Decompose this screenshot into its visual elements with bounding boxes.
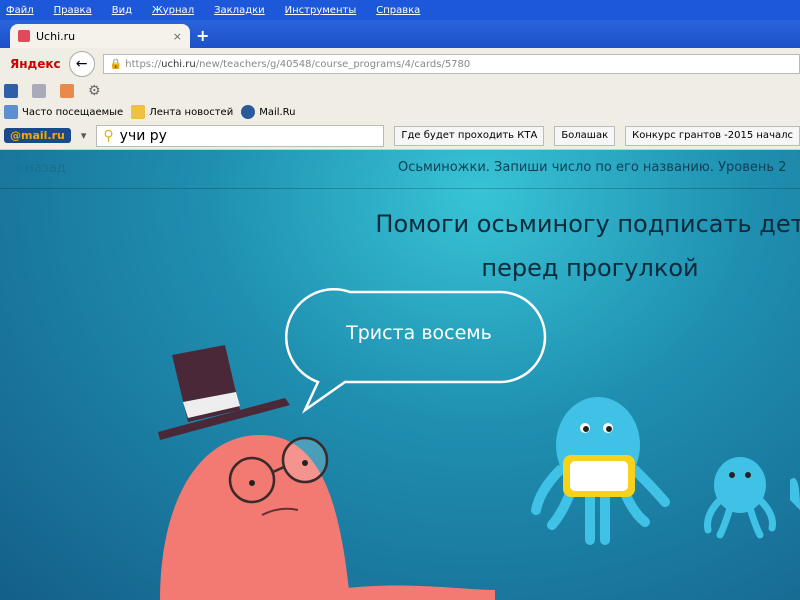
number-words: Триста восемь: [346, 322, 492, 344]
mail-icon[interactable]: [32, 84, 46, 98]
tab-title: Uchi.ru: [36, 29, 76, 43]
favicon-icon: [18, 30, 30, 42]
mailru-icon: [241, 105, 256, 119]
nav-bar: Яндекс ← 🔒 https://uchi.ru/new/teachers/…: [0, 48, 800, 80]
menu-file[interactable]: Файл: [6, 5, 34, 16]
bookmark-mailru[interactable]: Mail.Ru: [241, 105, 296, 119]
blue-octopus: [531, 397, 670, 545]
gear-icon[interactable]: ⚙: [88, 83, 101, 99]
url-host: uchi.ru: [161, 58, 196, 70]
bookmark-news[interactable]: Лента новостей: [131, 105, 233, 119]
mailru-logo[interactable]: @mail.ru: [4, 128, 71, 143]
bookmark-label: Лента новостей: [149, 106, 234, 118]
addon-icon[interactable]: [4, 84, 18, 98]
bookmark-most-visited[interactable]: Часто посещаемые: [4, 105, 123, 119]
notify-icon[interactable]: [60, 84, 74, 98]
url-prefix: https://: [125, 58, 162, 70]
menu-history[interactable]: Журнал: [152, 5, 194, 16]
menu-help[interactable]: Справка: [376, 5, 420, 16]
lock-icon: 🔒: [109, 58, 126, 70]
tab-uchi[interactable]: Uchi.ru ×: [10, 24, 190, 48]
url-path: /new/teachers/g/40548/course_programs/4/…: [195, 58, 471, 70]
tab-bar: Uchi.ru ×: [0, 20, 800, 48]
back-button[interactable]: ←: [68, 51, 95, 77]
small-blue-octopus: [704, 457, 776, 539]
bookmarks-bar: Часто посещаемые Лента новостей Mail.Ru: [0, 102, 800, 122]
dropdown-icon[interactable]: ▾: [81, 129, 87, 142]
addon-toolbar: ⚙: [0, 80, 800, 102]
illustration: [158, 287, 800, 600]
bookmark-label: Часто посещаемые: [22, 106, 124, 118]
search-value: учи ру: [119, 127, 167, 144]
new-tab-button[interactable]: +: [196, 26, 209, 45]
search-key-icon: ⚲: [103, 127, 114, 144]
menu-edit[interactable]: Правка: [54, 5, 92, 16]
quick-link[interactable]: Конкурс грантов -2015 началс: [625, 125, 800, 146]
mailru-toolbar: @mail.ru ▾ ⚲ учи ру Где будет проходить К…: [0, 122, 800, 150]
quick-link[interactable]: Болашак: [554, 125, 616, 146]
speech-bubble: [285, 287, 547, 414]
menu-view[interactable]: Вид: [112, 5, 132, 16]
rss-icon: [131, 105, 146, 119]
close-tab-icon[interactable]: ×: [173, 30, 182, 43]
menu-tools[interactable]: Инструменты: [285, 5, 357, 16]
top-hat-icon: [158, 345, 290, 440]
search-input[interactable]: ⚲ учи ру: [96, 124, 385, 147]
yandex-logo[interactable]: Яндекс: [10, 57, 61, 71]
menu-bar: Файл Правка Вид Журнал Закладки Инструме…: [0, 0, 800, 20]
quick-link[interactable]: Где будет проходить КТА: [394, 125, 545, 146]
bookmark-label: Mail.Ru: [259, 106, 296, 118]
lesson-area: ‹ назад Осьминожки. Запиши число по его …: [0, 150, 800, 600]
folder-icon: [4, 105, 18, 119]
url-bar[interactable]: 🔒 https://uchi.ru/new/teachers/g/40548/c…: [102, 54, 800, 74]
menu-bookmarks[interactable]: Закладки: [214, 5, 265, 16]
